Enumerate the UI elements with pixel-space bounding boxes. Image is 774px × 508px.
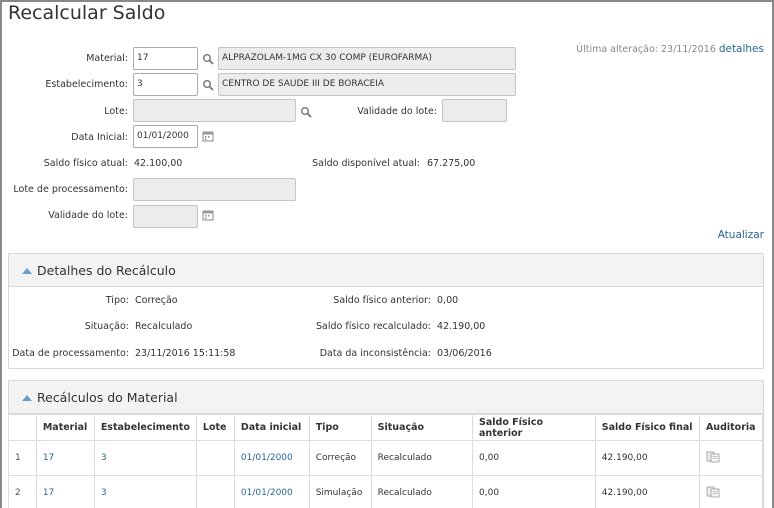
estab-link[interactable]: 3 xyxy=(93,475,197,508)
saldo-fisico-value: 42.100,00 xyxy=(134,158,183,169)
table-row[interactable]: 2 17 3 01/01/2000 Simulação Recalculado … xyxy=(8,475,764,508)
saldo-anterior-cell: 0,00 xyxy=(472,440,596,476)
material-link[interactable]: 17 xyxy=(35,475,95,508)
page-title: Recalcular Saldo xyxy=(8,2,166,24)
estab-code-input[interactable]: 3 xyxy=(133,73,198,96)
estab-label: Estabelecimento: xyxy=(45,79,128,90)
saldo-anterior-cell: 0,00 xyxy=(472,475,596,508)
situacao-value: Recalculado xyxy=(135,321,193,332)
col-tipo[interactable]: Tipo xyxy=(308,414,372,441)
data-proc-label: Data de processamento: xyxy=(12,348,129,359)
validade-lote-label: Validade do lote: xyxy=(357,106,437,117)
data-proc-value: 23/11/2016 15:11:58 xyxy=(135,348,236,359)
search-icon[interactable] xyxy=(202,79,214,91)
validade-lote2-label: Validade do lote: xyxy=(48,210,128,221)
data-inicial-label: Data Inicial: xyxy=(71,132,128,143)
audit-icon[interactable] xyxy=(706,486,720,498)
situacao-cell: Recalculado xyxy=(370,440,474,476)
saldo-ant-value: 0,00 xyxy=(437,295,459,306)
col-lote[interactable]: Lote xyxy=(195,414,235,441)
row-index: 1 xyxy=(8,440,37,476)
tipo-cell: Correção xyxy=(308,440,372,476)
detalhes-panel-header[interactable]: Detalhes do Recálculo xyxy=(9,254,763,287)
table-row[interactable]: 1 17 3 01/01/2000 Correção Recalculado 0… xyxy=(8,440,764,476)
material-desc-field: ALPRAZOLAM-1MG CX 30 COMP (EUROFARMA) xyxy=(218,47,516,70)
tipo-label: Tipo: xyxy=(105,295,129,306)
details-link[interactable]: detalhes xyxy=(719,43,764,55)
atualizar-link[interactable]: Atualizar xyxy=(718,229,764,241)
saldo-ant-label: Saldo físico anterior: xyxy=(333,295,431,306)
last-change-text: Última alteração: 23/11/2016 xyxy=(576,44,716,55)
lote-cell xyxy=(195,475,235,508)
material-code-input[interactable]: 17 xyxy=(133,47,198,70)
col-saldo-final[interactable]: Saldo Físico final xyxy=(594,414,700,441)
search-icon[interactable] xyxy=(300,106,312,118)
saldo-fisico-label: Saldo físico atual: xyxy=(43,158,128,169)
data-incons-label: Data da inconsistência: xyxy=(319,348,431,359)
material-link[interactable]: 17 xyxy=(35,440,95,476)
collapse-icon[interactable] xyxy=(22,395,32,401)
calendar-icon[interactable] xyxy=(202,209,214,221)
auditoria-cell xyxy=(698,440,764,476)
col-material[interactable]: Material xyxy=(35,414,95,441)
saldo-final-cell: 42.190,00 xyxy=(594,475,700,508)
saldo-final-cell: 42.190,00 xyxy=(594,440,700,476)
auditoria-cell xyxy=(698,475,764,508)
row-index: 2 xyxy=(8,475,37,508)
tipo-cell: Simulação xyxy=(308,475,372,508)
estab-desc-field: CENTRO DE SAUDE III DE BORACEIA xyxy=(218,73,516,96)
saldo-disp-label: Saldo disponível atual: xyxy=(312,158,420,169)
lote-cell xyxy=(195,440,235,476)
situacao-label: Situação: xyxy=(84,321,129,332)
recalculos-table: Material Estabelecimento Lote Data inici… xyxy=(8,414,764,508)
lote-input[interactable] xyxy=(133,99,296,122)
detalhes-title: Detalhes do Recálculo xyxy=(37,263,176,278)
saldo-rec-value: 42.190,00 xyxy=(437,321,486,332)
col-index xyxy=(8,414,37,441)
saldo-rec-label: Saldo físico recalculado: xyxy=(316,321,431,332)
recalculos-panel-header[interactable]: Recálculos do Material xyxy=(9,381,763,414)
recalculos-title: Recálculos do Material xyxy=(37,390,178,405)
data-inicial-link[interactable]: 01/01/2000 xyxy=(233,475,310,508)
saldo-disp-value: 67.275,00 xyxy=(427,158,476,169)
audit-icon[interactable] xyxy=(706,451,720,463)
col-situacao[interactable]: Situação xyxy=(370,414,474,441)
lote-label: Lote: xyxy=(104,106,128,117)
data-incons-value: 03/06/2016 xyxy=(437,348,492,359)
data-inicial-input[interactable]: 01/01/2000 xyxy=(133,125,198,148)
collapse-icon[interactable] xyxy=(22,268,32,274)
search-icon[interactable] xyxy=(202,53,214,65)
lote-proc-label: Lote de processamento: xyxy=(13,184,128,195)
calendar-icon[interactable] xyxy=(202,130,214,142)
tipo-value: Correção xyxy=(135,295,178,306)
last-change: Última alteração: 23/11/2016 detalhes xyxy=(576,43,764,55)
estab-link[interactable]: 3 xyxy=(93,440,197,476)
col-saldo-anterior[interactable]: Saldo Físico anterior xyxy=(472,414,596,441)
validade-lote-input[interactable] xyxy=(442,99,507,122)
material-label: Material: xyxy=(86,53,128,64)
situacao-cell: Recalculado xyxy=(370,475,474,508)
col-auditoria: Auditoria xyxy=(698,414,764,441)
data-inicial-link[interactable]: 01/01/2000 xyxy=(233,440,310,476)
table-header-row: Material Estabelecimento Lote Data inici… xyxy=(8,414,764,441)
col-data-inicial[interactable]: Data inicial xyxy=(233,414,310,441)
validade-lote2-input[interactable] xyxy=(133,205,198,228)
col-estabelecimento[interactable]: Estabelecimento xyxy=(93,414,197,441)
lote-proc-input[interactable] xyxy=(133,178,296,201)
